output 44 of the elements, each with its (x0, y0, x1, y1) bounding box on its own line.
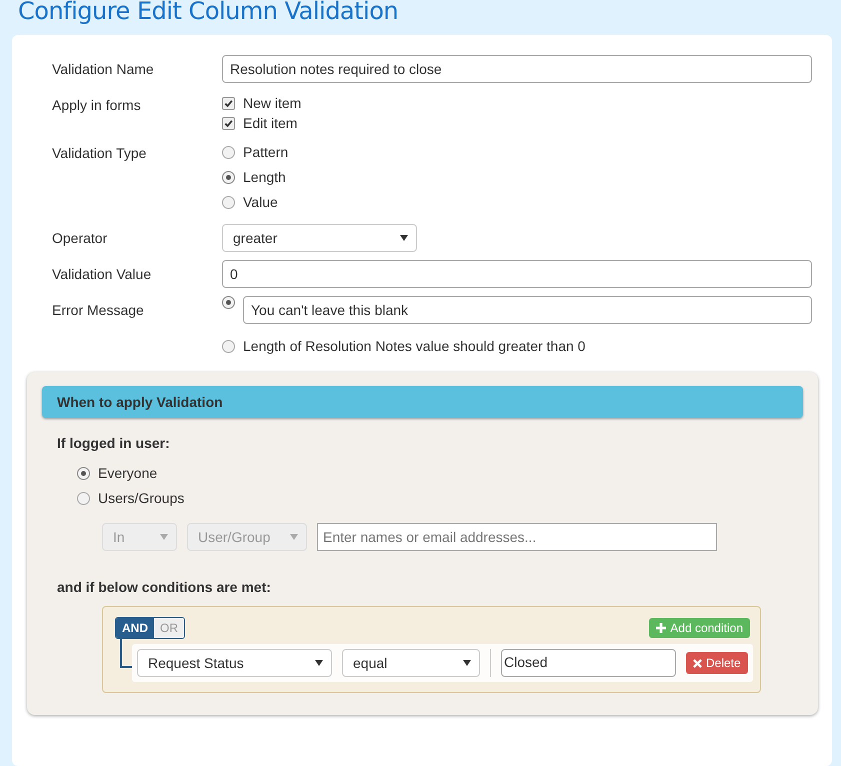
field-dropdown[interactable]: Request Status (137, 649, 332, 677)
field-label: Validation Value (52, 265, 152, 282)
caret-icon (463, 660, 471, 666)
field-label: Validation Type (52, 144, 148, 161)
option-label: Pattern (243, 144, 288, 160)
option-label: Length of Resolution Notes value should greater than 0 (243, 338, 586, 354)
field-label: Operator (52, 229, 108, 246)
section-label: If logged in user: (56, 435, 171, 451)
value-field[interactable]: Closed (501, 649, 676, 677)
option-label: New item (243, 95, 302, 111)
radio-button[interactable] (222, 296, 235, 309)
field-label: Error Message (52, 301, 145, 318)
caret-icon (290, 534, 298, 540)
panel-header: When to apply Validation (42, 386, 803, 418)
caret-icon (160, 534, 168, 540)
option-label: Users/Groups (98, 490, 184, 506)
page-title: Configure Edit Column Validation (17, 0, 400, 27)
operator-dropdown[interactable]: greater (222, 224, 417, 252)
checkbox[interactable] (222, 116, 235, 130)
plus-icon (656, 623, 666, 633)
caret-icon (400, 235, 408, 241)
section-label: and if below conditions are met: (56, 579, 272, 595)
people-field[interactable]: Enter names or email addresses... (317, 523, 717, 551)
option-label: Everyone (98, 465, 158, 481)
caret-icon (315, 660, 323, 666)
input-field[interactable]: You can't leave this blank (243, 296, 812, 324)
logic-toggle[interactable]: AND (116, 618, 154, 638)
delete-button[interactable]: Delete (686, 652, 748, 674)
radio-button[interactable] (77, 492, 90, 504)
field-label: Validation Name (52, 60, 155, 77)
option-label: Length (243, 169, 286, 185)
input-field[interactable]: 0 (222, 260, 812, 288)
checkbox[interactable] (222, 96, 235, 110)
input-field[interactable]: Resolution notes required to close (222, 55, 812, 83)
operator-dropdown[interactable]: equal (342, 649, 480, 677)
radio-button[interactable] (222, 340, 235, 352)
radio-button[interactable] (222, 146, 235, 158)
close-icon (693, 658, 702, 668)
option-label: Value (243, 194, 278, 210)
option-label: Edit item (243, 115, 298, 131)
radio-button[interactable] (222, 196, 235, 208)
radio-button[interactable] (222, 170, 235, 184)
field-label: Apply in forms (52, 96, 142, 113)
radio-button[interactable] (77, 466, 90, 480)
